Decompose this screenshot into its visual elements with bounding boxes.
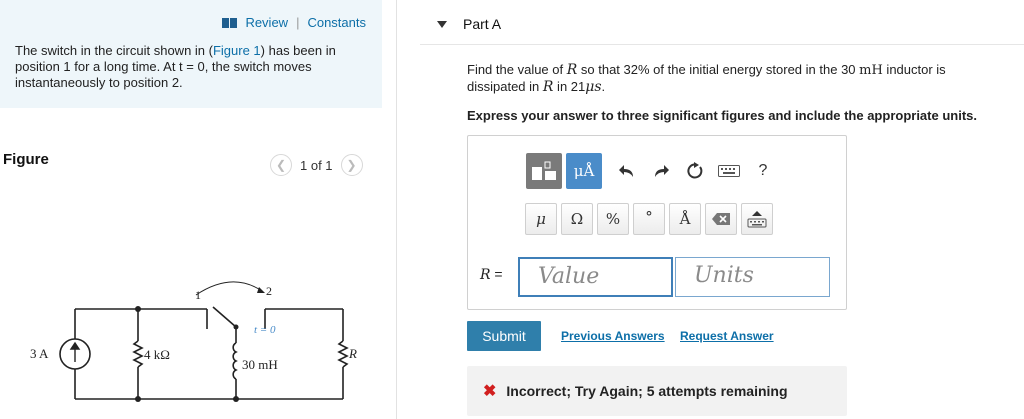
backspace-button[interactable] [705,203,737,235]
undo-icon[interactable] [610,156,644,186]
pane-divider [396,0,397,419]
keyboard-toggle-button[interactable] [741,203,773,235]
feedback-banner: ✖ Incorrect; Try Again; 5 attempts remai… [467,366,847,416]
switch-time-label: t = 0 [254,324,276,336]
degree-button[interactable]: ° [633,203,665,235]
problem-pane: Review | Constants The switch in the cir… [0,0,395,419]
var-r: R [566,62,578,78]
templates-icon [532,161,556,180]
var-r-2: R [542,79,554,95]
intro-text-pre: The switch in the circuit shown in ( [15,43,213,58]
inductor-label: 30 mH [242,357,278,372]
problem-intro: Review | Constants The switch in the cir… [0,0,382,108]
book-icon [222,17,238,29]
symbol-toolbar: μ Ω % ° Å [525,203,773,235]
unit-us: μs [585,79,602,95]
question-text: Find the value of R so that 32% of the i… [467,62,1007,95]
help-button[interactable]: ? [746,156,780,186]
review-constants-bar: Review | Constants [222,15,366,30]
answer-var: R [480,267,491,283]
keyboard-up-icon [747,211,767,228]
review-link[interactable]: Review [245,15,288,30]
figure-pager: ❮ 1 of 1 ❯ [270,154,363,176]
previous-answers-link[interactable]: Previous Answers [561,329,665,343]
percent-button[interactable]: % [597,203,629,235]
omega-button[interactable]: Ω [561,203,593,235]
answer-pane: Part A Find the value of R so that 32% o… [420,0,1024,419]
feedback-text: Incorrect; Try Again; 5 attempts remaini… [506,383,788,399]
problem-text: The switch in the circuit shown in (Figu… [15,43,370,91]
angstrom-button[interactable]: Å [669,203,701,235]
instruction-text: Express your answer to three significant… [467,108,977,123]
next-figure-button[interactable]: ❯ [340,154,363,176]
q-text-5: in 21 [553,79,586,94]
value-input[interactable]: Value [518,257,673,297]
pager-count: 1 of 1 [300,157,333,173]
switch-position-1: 1 [195,288,201,302]
collapse-caret-icon[interactable] [437,20,447,28]
part-title: Part A [463,16,502,32]
constants-link[interactable]: Constants [307,15,366,30]
figure-link[interactable]: Figure 1 [213,43,261,58]
q-text-2: so that 32 [577,62,638,77]
prev-figure-button[interactable]: ❮ [270,154,292,176]
q-text-1: Find the value of [467,62,567,77]
answer-equals: = [490,266,503,282]
divider [420,44,1024,45]
switch-position-2: 2 [266,284,272,298]
redo-icon[interactable] [644,156,678,186]
figure-heading: Figure [3,151,49,168]
q-text-3: of the initial energy stored in the 30 [649,62,860,77]
r1-label: 4 kΩ [144,347,170,362]
answer-editor: μÅ ? μ Ω % ° Å R = Value Units [467,135,847,310]
r2-label: R [348,346,357,361]
mu-button[interactable]: μ [525,203,557,235]
answer-label: R = [480,266,503,283]
q-percent: % [638,62,650,77]
submit-button[interactable]: Submit [467,321,541,351]
circuit-diagram: 3 A 4 kΩ 30 mH R 1 2 t = 0 [30,281,357,402]
separator: | [296,15,300,30]
reset-icon[interactable] [678,156,712,186]
editor-toolbar: μÅ ? [526,153,780,189]
source-label: 3 A [30,346,49,361]
units-input[interactable]: Units [675,257,830,297]
templates-button[interactable] [526,153,562,189]
backspace-icon [712,213,730,225]
unit-mh: mH [859,63,883,78]
q-text-end: . [601,79,606,94]
units-button[interactable]: μÅ [566,153,602,189]
part-header[interactable]: Part A [437,16,501,32]
request-answer-link[interactable]: Request Answer [680,329,774,343]
keyboard-icon[interactable] [712,156,746,186]
incorrect-x-icon: ✖ [483,383,497,400]
